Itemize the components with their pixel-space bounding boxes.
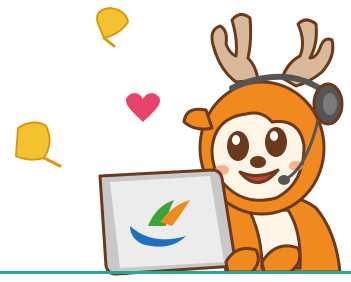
ginkgo-leaf-icon xyxy=(14,121,62,168)
ginkgo-leaf-icon xyxy=(96,6,130,48)
illustration-scene xyxy=(0,0,351,282)
nose xyxy=(250,156,266,168)
mascot-illustration xyxy=(0,6,351,276)
ground-line xyxy=(0,271,351,274)
right-eye xyxy=(265,127,287,157)
left-eye xyxy=(227,131,249,161)
laptop xyxy=(98,168,238,276)
heart-icon xyxy=(125,93,161,122)
